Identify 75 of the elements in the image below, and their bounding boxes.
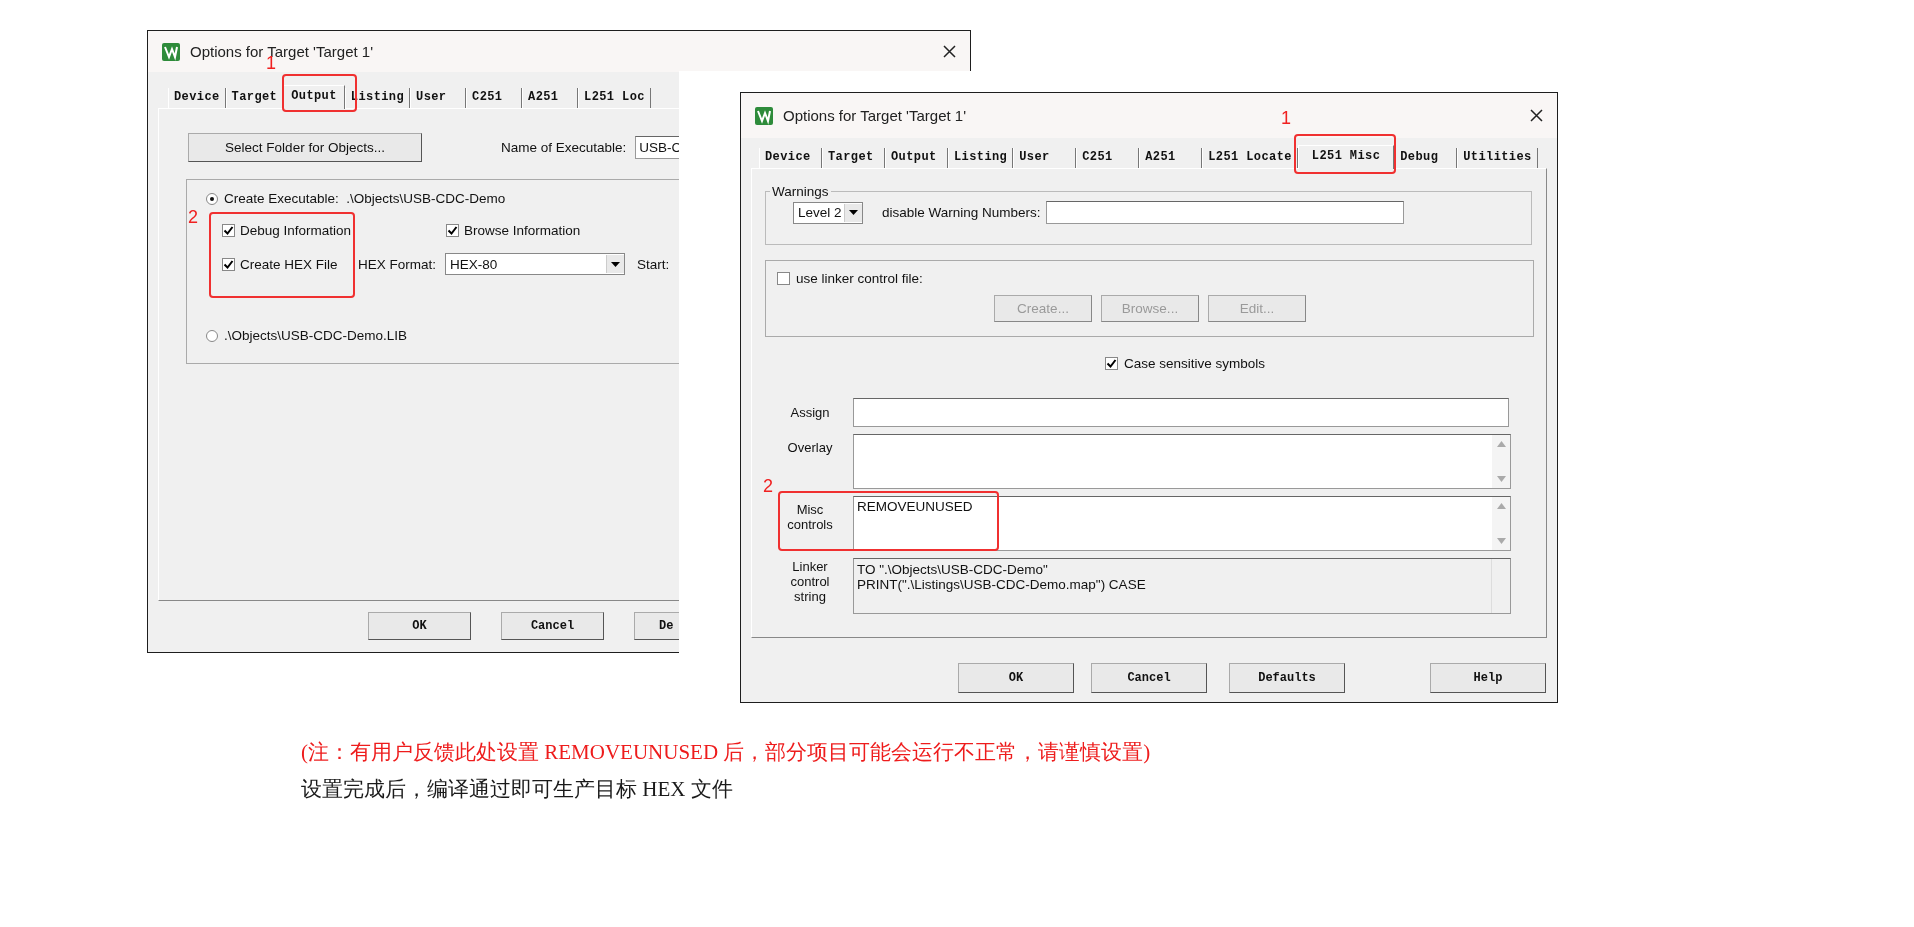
caret-icon: [849, 210, 858, 215]
app-icon: [755, 106, 773, 125]
text-field[interactable]: [1045, 201, 1404, 224]
text-area[interactable]: [853, 434, 1511, 489]
down-arrow-icon: [1496, 538, 1506, 544]
app-icon: [162, 42, 180, 61]
window-title: Options for Target 'Target 1': [783, 107, 967, 124]
annotation-number: 2: [188, 207, 198, 228]
dialog-button[interactable]: OK: [368, 612, 471, 640]
up-arrow-icon: [1496, 503, 1506, 509]
dialog-button[interactable]: Cancel: [1091, 663, 1207, 693]
field-value: REMOVEUNUSED: [857, 499, 973, 514]
tab[interactable]: C251: [1076, 148, 1140, 168]
field-label: disable Warning Numbers:: [882, 205, 1041, 220]
select-folder-button[interactable]: Select Folder for Objects...: [188, 133, 422, 162]
text-field[interactable]: [853, 398, 1509, 427]
field-label: HEX Format:: [358, 256, 436, 272]
checkbox[interactable]: [222, 257, 235, 271]
close-icon[interactable]: [1530, 109, 1543, 122]
tab[interactable]: Output: [283, 85, 345, 109]
checkbox-label: Debug Information: [240, 223, 352, 238]
field-label: Assign: [789, 405, 831, 420]
radio-label: .\Objects\USB-CDC-Demo.LIB: [224, 328, 408, 343]
radio-button[interactable]: [206, 192, 218, 205]
checkbox[interactable]: [222, 224, 235, 237]
caret-icon: [611, 261, 620, 267]
note-text: 设置完成后，编译通过即可生产目标 HEX 文件: [301, 777, 733, 801]
tab[interactable]: Device: [168, 88, 226, 108]
dialog-button[interactable]: De: [634, 612, 680, 640]
field-label: Misc controls: [786, 501, 834, 534]
text-area[interactable]: REMOVEUNUSED: [853, 496, 1511, 551]
checkbox[interactable]: [446, 224, 459, 237]
checkbox[interactable]: [777, 272, 790, 285]
dialog-button[interactable]: Defaults: [1229, 663, 1345, 693]
scrollbar[interactable]: [1492, 497, 1510, 550]
text-line: PRINT(".\Listings\USB-CDC-Demo.map") CASE: [857, 577, 1147, 592]
field-label: Linker control string: [789, 558, 831, 606]
dialog-button[interactable]: Cancel: [501, 612, 604, 640]
tab[interactable]: Utilities: [1457, 148, 1538, 168]
group-title: Warnings: [771, 184, 830, 199]
dialog-button[interactable]: OK: [958, 663, 1074, 693]
scrollbar[interactable]: [1492, 435, 1510, 488]
note-text: (注：有用户反馈此处设置 REMOVEUNUSED 后，部分项目可能会运行不正常，请谨慎设置): [301, 740, 1151, 764]
annotation-number: 1: [1281, 108, 1291, 129]
tab[interactable]: A251: [522, 88, 579, 108]
close-icon[interactable]: [943, 45, 956, 58]
tab[interactable]: L251 Locate: [1202, 148, 1298, 168]
tab[interactable]: C251: [466, 88, 523, 108]
tab[interactable]: Device: [759, 148, 822, 168]
tab[interactable]: L251 Loc: [578, 88, 651, 108]
field-label: Overlay: [786, 439, 834, 457]
radio-label: Create Executable: .\Objects\USB-CDC-Demo: [224, 191, 506, 206]
text-field[interactable]: USB-C: [635, 136, 680, 159]
tab[interactable]: A251: [1139, 148, 1203, 168]
field-label: Name of Executable:: [501, 140, 627, 155]
annotation-number: 2: [763, 476, 773, 497]
tab[interactable]: L251 Misc: [1297, 145, 1395, 169]
down-arrow-icon: [1496, 476, 1506, 482]
dropdown[interactable]: HEX-80: [445, 253, 625, 275]
checkbox-label: Browse Information: [464, 223, 581, 238]
tab[interactable]: User: [410, 88, 467, 108]
checkbox-label: Case sensitive symbols: [1124, 356, 1266, 371]
checkbox[interactable]: [1105, 357, 1118, 370]
dropdown[interactable]: Level 2: [793, 201, 863, 224]
tab[interactable]: Output: [885, 148, 948, 168]
tab[interactable]: Listing: [948, 148, 1014, 168]
dialog-button[interactable]: Help: [1430, 663, 1546, 693]
checkbox-label: use linker control file:: [796, 271, 923, 286]
up-arrow-icon: [1496, 441, 1506, 447]
tab[interactable]: User: [1013, 148, 1077, 168]
checkbox-label: Create HEX File: [240, 256, 338, 272]
tab[interactable]: Target: [822, 148, 885, 168]
field-label: Start:: [637, 256, 670, 272]
radio-button[interactable]: [206, 329, 218, 342]
text-line: TO ".\Objects\USB-CDC-Demo": [857, 562, 1049, 577]
